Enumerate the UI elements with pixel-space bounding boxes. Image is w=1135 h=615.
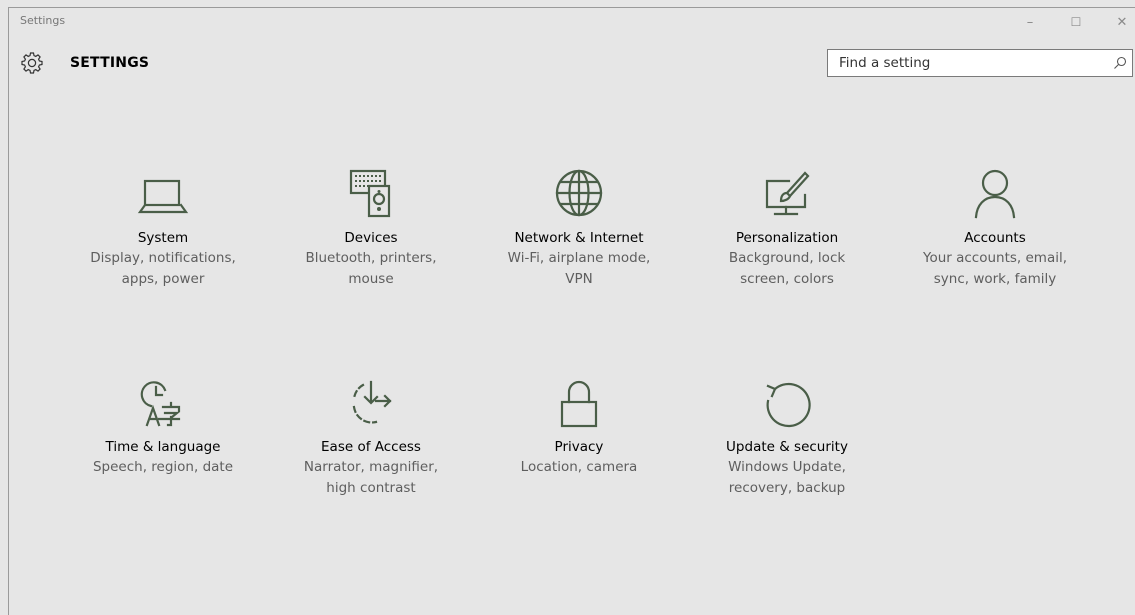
tile-desc: Narrator, magnifier,	[303, 459, 439, 475]
tile-desc: sync, work, family	[933, 271, 1057, 287]
tile-desc: mouse	[348, 271, 394, 287]
tile-ease-of-access[interactable]: Ease of Access Narrator, magnifier, high…	[273, 376, 469, 499]
lock-icon	[560, 380, 598, 428]
tile-desc: Windows Update,	[728, 459, 846, 475]
title-bar[interactable]: Settings – ☐ ✕	[9, 8, 1135, 36]
page-title: SETTINGS	[70, 55, 150, 71]
close-button[interactable]: ✕	[1105, 11, 1135, 33]
tile-name: Time & language	[105, 439, 221, 455]
tile-desc: recovery, backup	[728, 480, 846, 496]
tile-network-internet[interactable]: Network & Internet Wi-Fi, airplane mode,…	[481, 167, 677, 290]
minimize-button[interactable]: –	[1013, 11, 1047, 33]
page-header: SETTINGS	[9, 42, 1135, 86]
tile-desc: VPN	[565, 271, 593, 287]
paintbrush-icon	[765, 171, 810, 216]
update-icon	[766, 382, 811, 428]
tile-desc: Location, camera	[520, 459, 638, 475]
tile-time-language[interactable]: Time & language Speech, region, date	[65, 376, 261, 478]
time-language-icon	[140, 381, 181, 427]
window-title: Settings	[20, 14, 66, 27]
search-box[interactable]	[827, 49, 1133, 77]
tile-update-security[interactable]: Update & security Windows Update, recove…	[689, 376, 885, 499]
tile-name: Update & security	[726, 439, 848, 455]
tile-desc: Wi-Fi, airplane mode,	[507, 250, 651, 266]
tile-name: Personalization	[735, 230, 839, 246]
person-icon	[974, 169, 1016, 219]
tile-name: Privacy	[554, 439, 604, 455]
tile-name: Devices	[344, 230, 398, 246]
tile-desc: Speech, region, date	[92, 459, 234, 475]
settings-window: Settings – ☐ ✕ SETTINGS Sy	[8, 7, 1135, 615]
search-input[interactable]	[828, 50, 1109, 76]
maximize-button[interactable]: ☐	[1059, 11, 1093, 33]
devices-icon	[349, 169, 391, 218]
tile-name: System	[137, 230, 189, 246]
tile-devices[interactable]: Devices Bluetooth, printers, mouse	[273, 167, 469, 290]
tile-desc: Bluetooth, printers,	[305, 250, 437, 266]
ease-of-access-icon	[352, 380, 392, 424]
search-icon[interactable]	[1113, 56, 1127, 70]
tile-name: Network & Internet	[514, 230, 644, 246]
tile-name: Ease of Access	[321, 439, 421, 455]
tile-desc: Your accounts, email,	[922, 250, 1068, 266]
tile-desc: high contrast	[326, 480, 416, 496]
tile-desc: Display, notifications,	[90, 250, 236, 266]
tile-desc: apps, power	[121, 271, 205, 287]
tile-personalization[interactable]: Personalization Background, lock screen,…	[689, 167, 885, 290]
tile-privacy[interactable]: Privacy Location, camera	[481, 376, 677, 478]
laptop-icon	[137, 179, 189, 214]
tile-accounts[interactable]: Accounts Your accounts, email, sync, wor…	[897, 167, 1093, 290]
globe-icon	[555, 169, 603, 217]
tile-desc: screen, colors	[740, 271, 834, 287]
tile-system[interactable]: System Display, notifications, apps, pow…	[65, 167, 261, 290]
gear-icon	[21, 52, 43, 74]
tile-desc: Background, lock	[728, 250, 846, 266]
tile-name: Accounts	[964, 230, 1026, 246]
